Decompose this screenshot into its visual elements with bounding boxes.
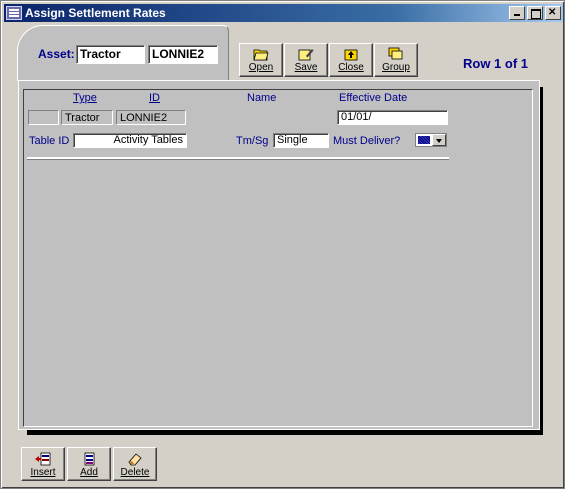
- eraser-icon: [128, 453, 142, 466]
- header-name: Name: [247, 92, 277, 104]
- title-bar: Assign Settlement Rates: [4, 4, 563, 22]
- open-button[interactable]: Open: [239, 43, 283, 77]
- delete-button[interactable]: Delete: [113, 447, 157, 481]
- group-button[interactable]: Group: [374, 43, 418, 77]
- header-effective-date: Effective Date: [339, 92, 408, 104]
- table-id-field[interactable]: Activity Tables: [73, 133, 187, 148]
- save-button[interactable]: Save: [284, 43, 328, 77]
- maximize-button[interactable]: [527, 6, 543, 20]
- asset-label: Asset:: [38, 47, 75, 61]
- app-window: Assign Settlement Rates Asset: Tractor L…: [0, 0, 565, 489]
- close-window-button[interactable]: [545, 6, 561, 20]
- row-selector[interactable]: [28, 110, 59, 125]
- app-icon: [6, 6, 22, 20]
- close-button[interactable]: Close: [329, 43, 373, 77]
- must-deliver-dropdown[interactable]: [415, 133, 447, 147]
- table-id-label: Table ID: [29, 135, 70, 147]
- row-type-field: Tractor: [61, 110, 113, 125]
- insert-row-icon: [35, 452, 51, 466]
- row-id-field: LONNIE2: [116, 110, 186, 125]
- color-swatch-icon: [418, 136, 430, 144]
- insert-button[interactable]: Insert: [21, 447, 65, 481]
- group-folders-icon: [388, 47, 403, 60]
- chevron-down-icon[interactable]: [432, 134, 446, 146]
- add-label: Add: [80, 467, 98, 478]
- tm-sg-label: Tm/Sg: [236, 135, 269, 147]
- header-id[interactable]: ID: [149, 92, 160, 104]
- row-separator: [27, 157, 449, 160]
- tm-sg-field[interactable]: Single: [273, 133, 329, 148]
- add-row-icon: [84, 452, 95, 466]
- delete-label: Delete: [120, 467, 150, 478]
- close-folder-icon: [344, 49, 358, 61]
- save-pencil-icon: [298, 49, 314, 61]
- open-folder-icon: [253, 49, 269, 61]
- row-indicator: Row 1 of 1: [463, 56, 529, 71]
- asset-id-field[interactable]: LONNIE2: [148, 45, 218, 64]
- effective-date-field[interactable]: 01/01/: [337, 110, 448, 125]
- group-label: Group: [382, 62, 410, 73]
- close-label: Close: [338, 62, 364, 73]
- header-type[interactable]: Type: [73, 92, 97, 104]
- window-title: Assign Settlement Rates: [25, 6, 166, 20]
- save-label: Save: [294, 62, 318, 73]
- add-button[interactable]: Add: [67, 447, 111, 481]
- minimize-button[interactable]: [509, 6, 525, 20]
- open-label: Open: [248, 62, 274, 73]
- must-deliver-label: Must Deliver?: [333, 135, 401, 147]
- asset-type-field[interactable]: Tractor: [76, 45, 145, 64]
- insert-label: Insert: [30, 467, 56, 478]
